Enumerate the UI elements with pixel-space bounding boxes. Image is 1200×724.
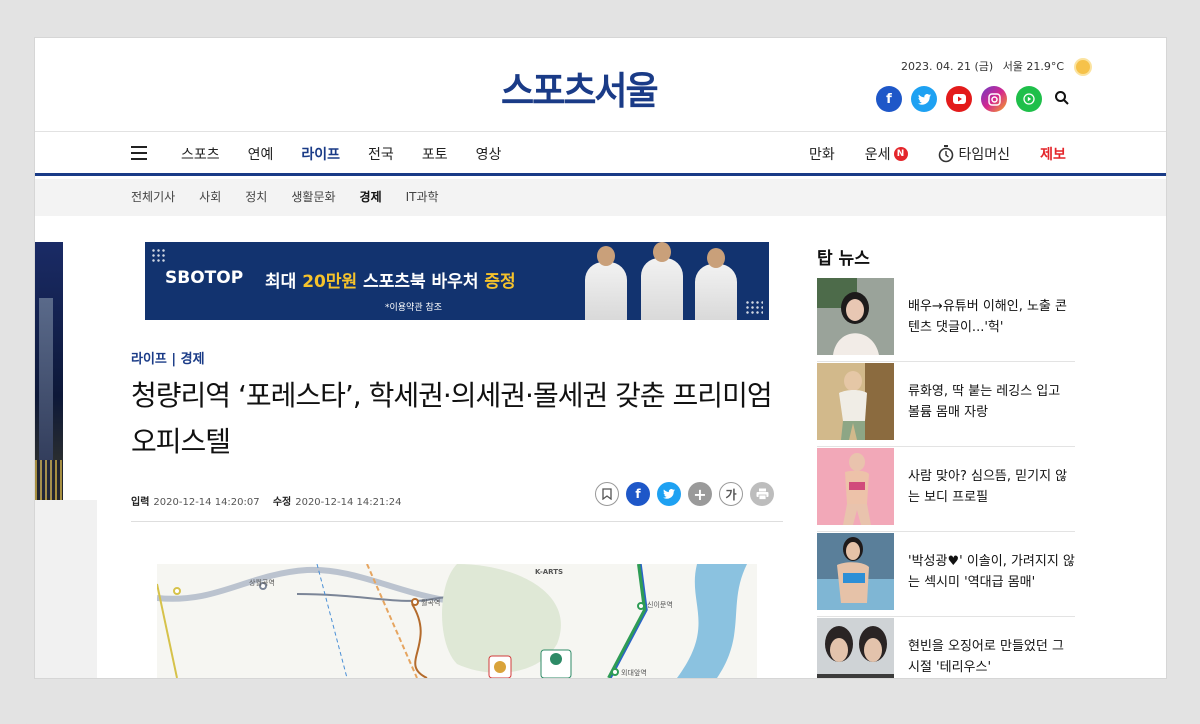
site-header: 스포츠서울 2023. 04. 21 (금) 서울 21.9°C f xyxy=(35,38,1166,132)
nav-item-report[interactable]: 제보 xyxy=(1040,144,1066,164)
sub-nav: 전체기사 사회 정치 생활문화 경제 IT과학 xyxy=(35,179,1166,216)
site-logo[interactable]: 스포츠서울 xyxy=(501,61,659,116)
map-label-station: 상월곡역 xyxy=(249,579,275,587)
article-meta: 입력 2020-12-14 14:20:07 수정 2020-12-14 14:21… xyxy=(131,493,411,508)
article-tools: f + 가 xyxy=(595,482,774,506)
news-thumbnail xyxy=(817,278,894,355)
facebook-icon[interactable]: f xyxy=(876,86,902,112)
top-news-item[interactable]: '박성광♥' 이솔이, 가려지지 않는 섹시미 '역대급 몸매' xyxy=(817,533,1075,617)
weather-text: 서울 21.9°C xyxy=(1002,60,1065,73)
map-label-station: 외대앞역 xyxy=(621,669,647,677)
subnav-item-all[interactable]: 전체기사 xyxy=(131,188,175,205)
subnav-item-society[interactable]: 사회 xyxy=(199,188,221,205)
map-label-station: 신이문역 xyxy=(647,601,673,609)
search-icon[interactable] xyxy=(1054,90,1072,108)
news-headline: 사람 맞아? 심으뜸, 믿기지 않는 보디 프로필 xyxy=(908,469,1068,505)
instagram-icon[interactable] xyxy=(981,86,1007,112)
current-date: 2023. 04. 21 (금) xyxy=(901,60,994,73)
social-links: f xyxy=(876,86,1072,112)
subnav-item-it[interactable]: IT과학 xyxy=(406,188,439,205)
top-news-title: 탑 뉴스 xyxy=(817,249,870,269)
left-gutter xyxy=(35,500,97,678)
date-weather: 2023. 04. 21 (금) 서울 21.9°C xyxy=(901,58,1090,74)
news-headline: '박성광♥' 이솔이, 가려지지 않는 섹시미 '역대급 몸매' xyxy=(908,554,1075,590)
font-size-button[interactable]: 가 xyxy=(719,482,743,506)
browser-frame: 스포츠서울 2023. 04. 21 (금) 서울 21.9°C f 스포츠 연… xyxy=(0,0,1200,724)
hamburger-menu-icon[interactable] xyxy=(131,146,147,160)
nav-item-sports[interactable]: 스포츠 xyxy=(181,144,220,164)
subnav-item-politics[interactable]: 정치 xyxy=(245,188,267,205)
fortune-label: 운세 xyxy=(864,147,891,163)
player-figure xyxy=(585,246,627,320)
sub-nav-items: 전체기사 사회 정치 생활문화 경제 IT과학 xyxy=(131,188,463,205)
news-headline: 류화영, 딱 붙는 레깅스 입고 볼륨 몸매 자랑 xyxy=(908,384,1061,420)
top-news-item[interactable]: 류화영, 딱 붙는 레깅스 입고 볼륨 몸매 자랑 xyxy=(817,363,1075,447)
nav-item-video[interactable]: 영상 xyxy=(476,144,502,164)
player-figure xyxy=(641,242,683,320)
input-time: 2020-12-14 14:20:07 xyxy=(153,497,260,508)
map-label-karts: K-ARTS xyxy=(535,568,564,576)
subnav-item-culture[interactable]: 생활문화 xyxy=(291,188,335,205)
banner-copy-c: 스포츠북 바우처 xyxy=(357,272,485,292)
nav-item-national[interactable]: 전국 xyxy=(368,144,394,164)
top-news-item[interactable]: 현빈을 오징어로 만들었던 그 시절 '테리우스' xyxy=(817,618,1075,678)
share-facebook-icon[interactable]: f xyxy=(626,482,650,506)
banner-copy: 최대 20만원 스포츠북 바우처 증정 xyxy=(265,267,516,292)
youtube-icon[interactable] xyxy=(946,86,972,112)
banner-note: *이용약관 참조 xyxy=(385,303,443,313)
subnav-item-economy[interactable]: 경제 xyxy=(360,188,382,205)
nav-item-life[interactable]: 라이프 xyxy=(301,144,340,164)
input-label: 입력 xyxy=(131,497,150,508)
timemachine-label: 타임머신 xyxy=(958,147,1011,163)
new-badge: N xyxy=(893,147,908,161)
news-headline: 현빈을 오징어로 만들었던 그 시절 '테리우스' xyxy=(908,639,1064,675)
news-thumbnail xyxy=(817,363,894,440)
play-icon[interactable] xyxy=(1016,86,1042,112)
main-nav: 스포츠 연예 라이프 전국 포토 영상 만화 운세 N 타임머신 제보 xyxy=(35,132,1166,176)
sun-icon xyxy=(1075,60,1090,74)
more-share-plus-icon[interactable]: + xyxy=(688,482,712,506)
news-thumbnail xyxy=(817,533,894,610)
banner-ad[interactable]: SBOTOP 최대 20만원 스포츠북 바우처 증정 *이용약관 참조 xyxy=(145,242,769,320)
nav-item-fortune[interactable]: 운세 N xyxy=(865,144,908,164)
article-section[interactable]: 라이프 | 경제 xyxy=(131,348,205,367)
banner-copy-gift: 증정 xyxy=(484,272,516,292)
meta-divider xyxy=(131,521,783,522)
article-title: 청량리역 ‘포레스타’, 학세권·의세권·몰세권 갖춘 프리미엄 오피스텔 xyxy=(131,379,773,458)
top-news-item[interactable]: 사람 맞아? 심으뜸, 믿기지 않는 보디 프로필 xyxy=(817,448,1075,532)
players-image xyxy=(581,242,741,320)
banner-brand: SBOTOP xyxy=(165,268,244,288)
news-headline: 배우→유튜버 이해인, 노출 콘텐츠 댓글이...'헉' xyxy=(908,299,1067,335)
bookmark-icon[interactable] xyxy=(595,482,619,506)
web-page: 스포츠서울 2023. 04. 21 (금) 서울 21.9°C f 스포츠 연… xyxy=(35,38,1166,678)
dot-pattern xyxy=(151,248,165,262)
news-thumbnail xyxy=(817,448,894,525)
edit-time: 2020-12-14 14:21:24 xyxy=(295,497,402,508)
article-map-image: K-ARTS 신이문역 외대앞역 월곡역 상월곡역 xyxy=(157,564,757,678)
twitter-icon[interactable] xyxy=(911,86,937,112)
player-figure xyxy=(695,248,737,320)
nav-items: 스포츠 연예 라이프 전국 포토 영상 xyxy=(181,144,529,164)
nav-item-timemachine[interactable]: 타임머신 xyxy=(938,144,1011,164)
share-twitter-icon[interactable] xyxy=(657,482,681,506)
nav-item-entertainment[interactable]: 연예 xyxy=(248,144,274,164)
print-icon[interactable] xyxy=(750,482,774,506)
nav-right: 만화 운세 N 타임머신 제보 xyxy=(809,144,1096,164)
nav-item-photo[interactable]: 포토 xyxy=(422,144,448,164)
left-side-ad[interactable] xyxy=(35,242,63,500)
city-lights-image xyxy=(35,460,63,500)
nav-item-comic[interactable]: 만화 xyxy=(809,144,835,164)
map-label-station: 월곡역 xyxy=(421,599,441,607)
dot-pattern xyxy=(745,300,763,314)
news-thumbnail xyxy=(817,618,894,678)
stopwatch-icon xyxy=(938,145,954,163)
banner-copy-amount: 20만원 xyxy=(302,272,358,292)
banner-copy-a: 최대 xyxy=(265,272,303,292)
top-news-item[interactable]: 배우→유튜버 이해인, 노출 콘텐츠 댓글이...'헉' xyxy=(817,278,1075,362)
map-drawing xyxy=(157,564,747,678)
edit-label: 수정 xyxy=(272,497,292,508)
